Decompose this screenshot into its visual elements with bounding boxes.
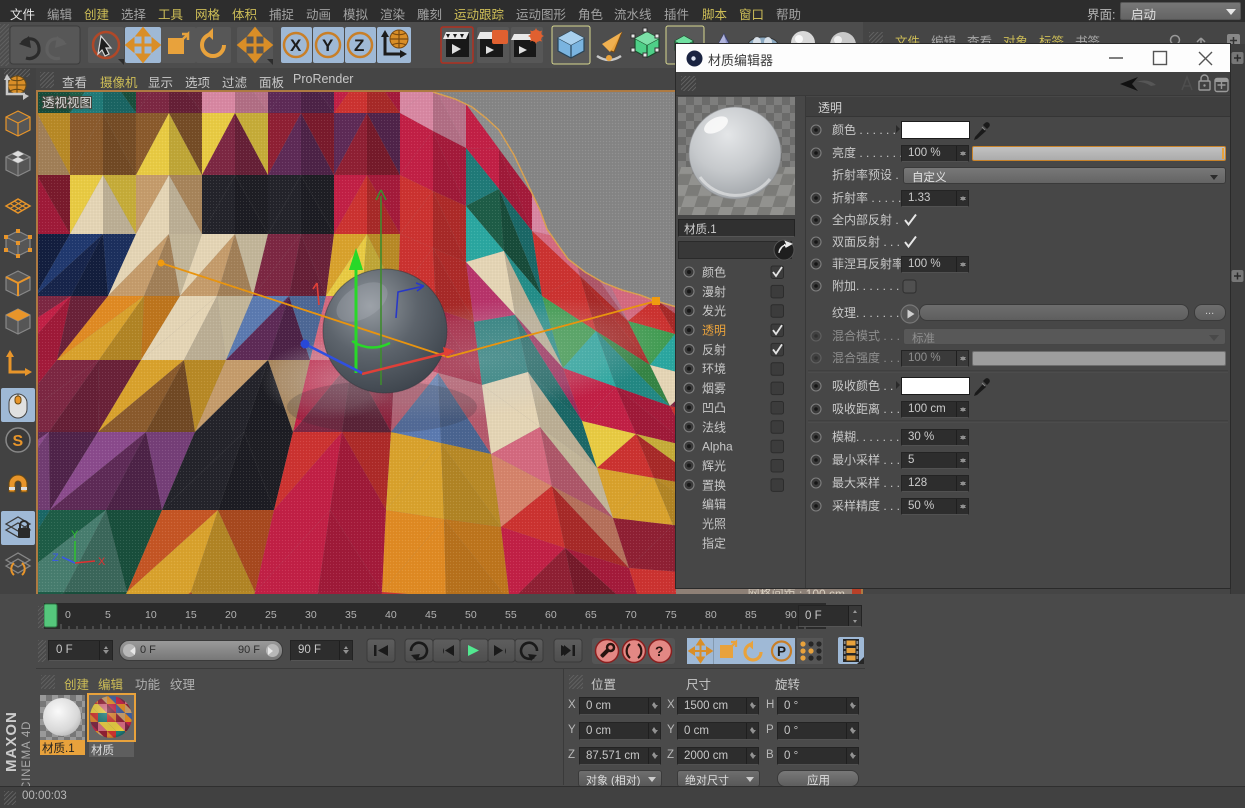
- svg-text:颜色: 颜色: [702, 265, 726, 280]
- svg-text:采样精度 . . .: 采样精度 . . .: [832, 498, 900, 513]
- svg-text:75: 75: [665, 609, 677, 621]
- svg-text:60: 60: [545, 609, 557, 621]
- svg-text:Z: Z: [354, 36, 364, 55]
- svg-text:反射: 反射: [702, 342, 726, 357]
- svg-text:双面反射 . . .: 双面反射 . . .: [832, 234, 900, 249]
- svg-text:附加. . . . . . .: 附加. . . . . . .: [832, 279, 899, 293]
- svg-text:吸收距离 . . .: 吸收距离 . . .: [832, 401, 900, 416]
- svg-text:MAXON: MAXON: [3, 711, 20, 772]
- svg-text:CINEMA 4D: CINEMA 4D: [21, 721, 33, 786]
- svg-text:20: 20: [225, 609, 237, 621]
- svg-text:发光: 发光: [702, 303, 726, 318]
- svg-text:最小采样 . . .: 最小采样 . . .: [832, 452, 900, 467]
- svg-text:透视视图: 透视视图: [42, 95, 92, 110]
- svg-text:纹理. . . . . . .: 纹理. . . . . . .: [832, 306, 899, 320]
- svg-text:0: 0: [65, 609, 71, 621]
- svg-text:模糊. . . . . . .: 模糊. . . . . . .: [832, 429, 899, 444]
- svg-text:P: P: [777, 644, 786, 659]
- svg-text:全内部反射 .: 全内部反射 .: [832, 212, 899, 227]
- svg-text:漫射: 漫射: [702, 284, 726, 299]
- svg-text:凹凸: 凹凸: [702, 401, 726, 415]
- svg-text:Z: Z: [52, 552, 59, 564]
- svg-text:混合强度 . . .: 混合强度 . . .: [832, 350, 900, 365]
- svg-text:颜色 . . . . . .: 颜色 . . . . . .: [832, 122, 896, 137]
- svg-text:30: 30: [305, 609, 317, 621]
- svg-text:Alpha: Alpha: [702, 440, 733, 454]
- svg-text:折射率 . . . . .: 折射率 . . . . .: [832, 190, 901, 205]
- svg-text:15: 15: [185, 609, 197, 621]
- svg-text:Y: Y: [322, 36, 334, 55]
- svg-text:环境: 环境: [702, 361, 726, 376]
- svg-text:10: 10: [145, 609, 157, 621]
- svg-text:X: X: [290, 36, 302, 55]
- svg-text:Y: Y: [71, 529, 79, 541]
- svg-text:S: S: [13, 433, 24, 450]
- svg-text:亮度 . . . . . . .: 亮度 . . . . . . .: [832, 145, 903, 160]
- svg-text:25: 25: [265, 609, 277, 621]
- svg-text:烟雾: 烟雾: [702, 382, 726, 396]
- svg-text:混合模式 . . .: 混合模式 . . .: [832, 328, 900, 343]
- svg-text:80: 80: [705, 609, 717, 621]
- svg-text:折射率预设 .: 折射率预设 .: [832, 167, 899, 182]
- svg-text:指定: 指定: [702, 535, 726, 550]
- svg-text:最大采样 . . .: 最大采样 . . .: [832, 475, 900, 490]
- svg-text:光照: 光照: [702, 517, 726, 531]
- svg-text:透明: 透明: [702, 324, 726, 338]
- svg-text:40: 40: [385, 609, 397, 621]
- svg-text:法线: 法线: [702, 420, 726, 434]
- svg-text:85: 85: [745, 609, 757, 621]
- svg-text:吸收颜色 . .: 吸收颜色 . .: [832, 378, 893, 393]
- svg-text:55: 55: [505, 609, 517, 621]
- svg-text:65: 65: [585, 609, 597, 621]
- svg-text:70: 70: [625, 609, 637, 621]
- svg-text:置换: 置换: [702, 478, 726, 492]
- svg-text:编辑: 编辑: [702, 497, 726, 512]
- svg-text:45: 45: [425, 609, 437, 621]
- svg-text:5: 5: [105, 609, 111, 621]
- svg-text:?: ?: [655, 643, 664, 659]
- svg-text:菲涅耳反射率: 菲涅耳反射率: [832, 256, 904, 271]
- svg-text:50: 50: [465, 609, 477, 621]
- svg-text:辉光: 辉光: [702, 459, 726, 473]
- svg-text:X: X: [98, 556, 106, 568]
- svg-text:90: 90: [785, 609, 797, 621]
- svg-text:35: 35: [345, 609, 357, 621]
